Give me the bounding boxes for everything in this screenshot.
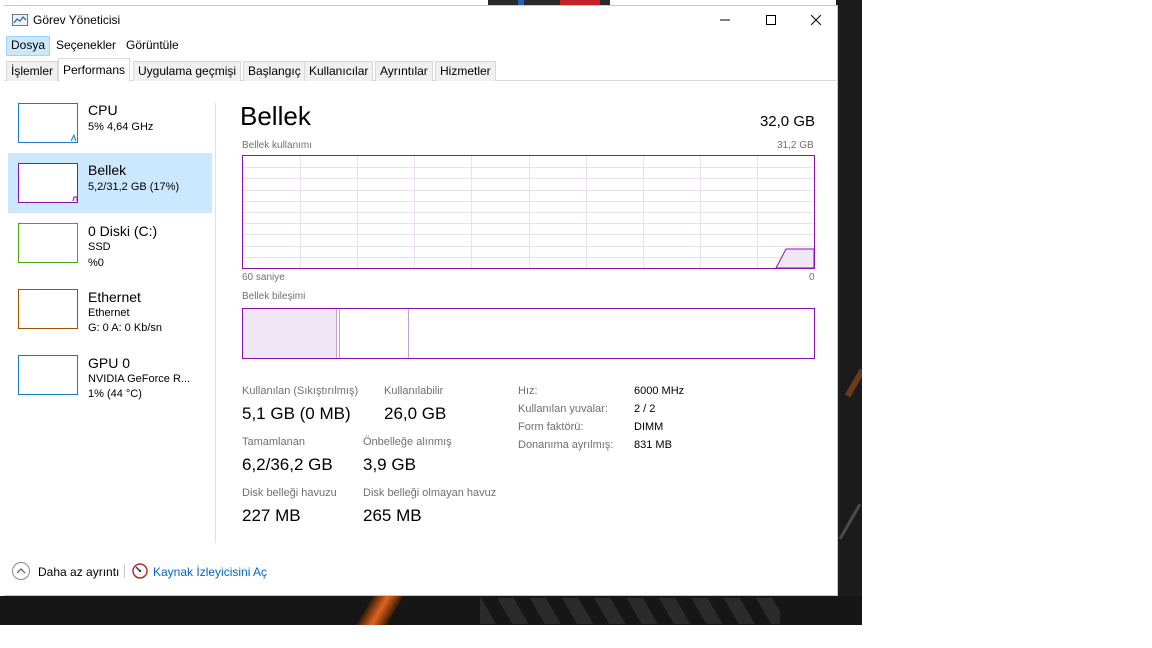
tab-details[interactable]: Ayrıntılar [375,61,433,81]
sidebar-item-detail: 5% 4,64 GHz [88,121,154,133]
task-manager-window: Görev Yöneticisi Dosya Seçenekler Görünt… [4,5,838,596]
paged-pool-value: 227 MB [242,506,301,525]
memory-usage-area [775,248,815,269]
sidebar-item-detail: NVIDIA GeForce R... [88,373,191,385]
sidebar-item-detail-2: %0 [88,257,104,269]
page-title: Bellek [240,101,311,131]
graph-time-end: 0 [809,272,815,283]
menu-file[interactable]: Dosya [6,36,51,56]
menu-options[interactable]: Seçenekler [52,36,120,56]
available-value: 26,0 GB [384,404,447,423]
tab-services[interactable]: Hizmetler [435,61,496,81]
maximize-icon [766,15,776,25]
spec-form-factor-value: DIMM [634,421,664,433]
sidebar-item-detail-2: 1% (44 °C) [88,388,142,400]
open-resource-monitor-link[interactable]: Kaynak İzleyicisini Aç [153,565,267,579]
chevron-up-icon [16,568,26,574]
close-icon [811,15,821,25]
sidebar-item-label: CPU [88,102,118,118]
disk-thumbnail [18,223,78,263]
in-use-label: Kullanılan (Sıkıştırılmış) [242,385,359,397]
sidebar-divider [215,103,216,543]
spec-slots-value: 2 / 2 [634,403,656,415]
in-use-value: 5,1 GB (0 MB) [242,404,351,423]
close-button[interactable] [793,6,839,34]
spec-reserved-value: 831 MB [634,439,672,451]
sidebar-item-detail: 5,2/31,2 GB (17%) [88,181,180,193]
committed-label: Tamamlanan [242,436,305,448]
sidebar-item-cpu[interactable]: CPU 5% 4,64 GHz [8,99,212,159]
memory-usage-graph [242,155,815,269]
tab-app-history[interactable]: Uygulama geçmişi [133,61,242,81]
sidebar-item-gpu[interactable]: GPU 0 NVIDIA GeForce R... 1% (44 °C) [8,355,212,415]
paged-pool-label: Disk belleği havuzu [242,487,337,499]
nonpaged-pool-label: Disk belleği olmayan havuz [363,487,497,499]
fewer-details-link[interactable]: Daha az ayrıntı [38,565,119,579]
sidebar-item-label: 0 Diski (C:) [88,223,158,239]
memory-usage-chart [243,156,815,269]
tab-performance[interactable]: Performans [58,58,131,82]
screen: Görev Yöneticisi Dosya Seçenekler Görünt… [0,0,1152,648]
spec-reserved-label: Donanıma ayrılmış: [518,439,614,451]
resource-monitor-icon [132,563,148,579]
desktop-wallpaper-right [836,0,862,625]
tab-processes[interactable]: İşlemler [6,61,59,81]
memory-thumbnail [18,163,78,203]
minimize-icon [720,19,730,21]
task-manager-icon [12,14,28,26]
graph-time-start: 60 saniye [242,272,285,283]
composition-in-use [243,309,337,358]
sidebar-item-label: Bellek [88,162,127,178]
sidebar-item-detail: SSD [88,241,111,253]
spec-slots-label: Kullanılan yuvalar: [518,403,608,415]
nonpaged-pool-value: 265 MB [363,506,422,525]
usage-graph-max: 31,2 GB [777,140,814,151]
gpu-thumbnail [18,355,78,395]
sidebar-item-disk[interactable]: 0 Diski (C:) SSD %0 [8,223,212,283]
footer-separator [124,564,125,578]
menu-bar: Dosya Seçenekler Görüntüle [4,36,838,56]
sidebar-item-ethernet[interactable]: Ethernet Ethernet G: 0 A: 0 Kb/sn [8,289,212,349]
ethernet-thumbnail [18,289,78,329]
composition-label: Bellek bileşimi [242,291,306,302]
sidebar-item-detail-2: G: 0 A: 0 Kb/sn [88,322,162,334]
memory-composition-bar [242,308,815,359]
tab-strip: İşlemler Performans Uygulama geçmişi Baş… [4,58,838,82]
cpu-thumbnail [18,103,78,143]
cached-label: Önbelleğe alınmış [363,436,452,448]
title-bar[interactable]: Görev Yöneticisi [4,6,838,34]
available-label: Kullanılabilir [384,385,444,397]
maximize-button[interactable] [748,6,794,34]
desktop-wallpaper-bottom [0,596,862,625]
tab-startup[interactable]: Başlangıç [243,61,306,81]
menu-view[interactable]: Görüntüle [122,36,183,56]
window-title: Görev Yöneticisi [33,13,121,27]
sidebar-item-label: Ethernet [88,289,141,305]
composition-standby [339,309,409,358]
fewer-details-button[interactable] [12,562,30,580]
footer: Daha az ayrıntı Kaynak İzleyicisini Aç [4,559,838,585]
usage-graph-label: Bellek kullanımı [242,140,313,151]
tab-users[interactable]: Kullanıcılar [304,61,374,81]
committed-value: 6,2/36,2 GB [242,455,333,474]
sidebar-item-detail: Ethernet [88,307,130,319]
spec-speed-label: Hız: [518,385,538,397]
cached-value: 3,9 GB [363,455,416,474]
spec-speed-value: 6000 MHz [634,385,685,397]
sidebar-item-memory[interactable]: Bellek 5,2/31,2 GB (17%) [8,153,212,213]
spec-form-factor-label: Form faktörü: [518,421,584,433]
total-memory: 32,0 GB [759,113,815,130]
minimize-button[interactable] [702,6,748,34]
sidebar-item-label: GPU 0 [88,355,131,371]
